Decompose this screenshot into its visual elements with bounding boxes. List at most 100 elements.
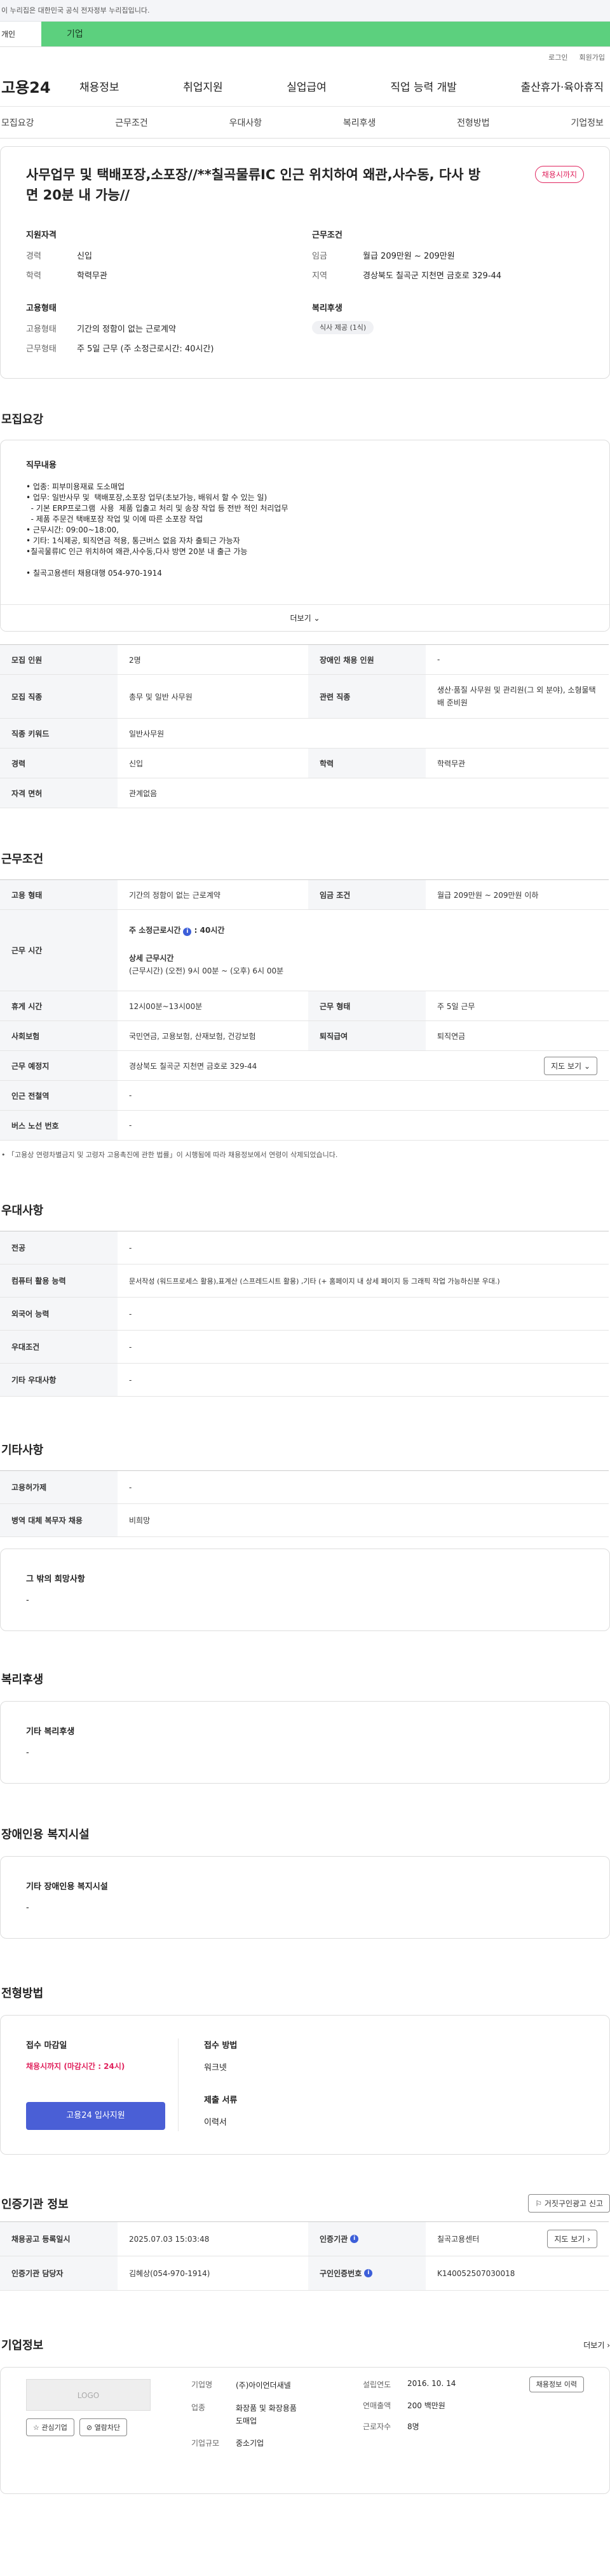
table-row: 모집 인원 2명 장애인 채용 인원 - [0, 645, 609, 675]
gnb-item[interactable]: 취업지원 [183, 78, 223, 94]
info-icon[interactable]: i [183, 927, 192, 936]
row-value: 학력무관 [437, 759, 466, 768]
disabled-value: - [26, 1903, 29, 1913]
row-header: 인근 전철역 [0, 1081, 118, 1110]
row-value: 총무 및 일반 사무원 [129, 692, 193, 702]
gnb-item[interactable]: 채용정보 [79, 78, 119, 94]
row-value: K140052507030018 [437, 2268, 515, 2278]
duty-line: - 제품 주문건 택배포장 작업 및 이에 따른 소포장 작업 [26, 515, 203, 524]
table-row: 버스 노선 번호 - [0, 1111, 609, 1141]
company-name-value: (주)아이언더새넬 [236, 2381, 291, 2390]
login-link[interactable]: 로그인 [548, 52, 567, 66]
table-row: 우대조건 - [0, 1331, 609, 1364]
company-more-label: 더보기 [583, 2340, 605, 2350]
etc-title: 기타사항 [1, 1444, 44, 1457]
docs-heading: 제출 서류 [204, 2096, 238, 2105]
gnb-item[interactable]: 직업 능력 개발 [390, 78, 457, 94]
subnav-item[interactable]: 근무조건 [115, 116, 148, 129]
emptype-label: 고용형태 [26, 325, 57, 334]
row-value: 칠곡고용센터 지도 보기 › [426, 2222, 609, 2256]
signup-link[interactable]: 회원가입 [580, 52, 605, 66]
detail-hours-heading: 상세 근무시간 [129, 953, 174, 963]
more-label: 더보기 [290, 614, 311, 623]
report-button[interactable]: ⚐ 거짓구인광고 신고 [528, 2194, 610, 2213]
summary-card: 사무업무 및 택배포장,소포장//**칠곡물류IC 인근 위치하여 왜관,사수동… [0, 146, 610, 379]
history-button[interactable]: 채용정보 이력 [529, 2376, 584, 2392]
company-card: LOGO ☆ 관심기업 ⊘ 열람차단 기업명 (주)아이언더새넬 업종 화장품 및 … [0, 2367, 610, 2494]
row-value: - [129, 1375, 132, 1385]
work-title: 근무조건 [1, 853, 44, 866]
subnav-item[interactable]: 기업정보 [571, 116, 604, 129]
deadline-heading: 접수 마감일 [26, 2041, 67, 2051]
row-header-text: 구인인증번호 [320, 2269, 362, 2278]
util-links: 로그인 회원가입 [0, 52, 610, 66]
work-table: 고용 형태 기간의 정함이 없는 근로계약 임금 조건 월급 209만원 ~ 2… [0, 879, 609, 1141]
benefit-card: 기타 복리후생 - [0, 1701, 610, 1784]
row-header: 기타 우대사항 [0, 1364, 118, 1396]
other-wish-card: 그 밖의 희망사항 - [0, 1549, 610, 1631]
row-value: 생산·품질 사무원 및 관리원(그 외 분야), 소형물택배 준비원 [437, 686, 596, 707]
employees-label: 근로자수 [363, 2422, 391, 2431]
table-row: 고용 형태 기간의 정함이 없는 근로계약 임금 조건 월급 209만원 ~ 2… [0, 880, 609, 910]
summary-grid: 지원자격 경력 신입 학력 학력무관 고용형태 고용형태 기간의 정함이 없는 근로계… [26, 228, 584, 354]
row-value: 일반사무원 [129, 729, 165, 738]
company-history-col: 채용정보 이력 [503, 2376, 584, 2482]
gnb-menu: 채용정보 취업지원 실업급여 직업 능력 개발 출산휴가·육아휴직 [79, 78, 610, 94]
disabled-card: 기타 장애인용 복지시설 - [0, 1856, 610, 1939]
subnav-item[interactable]: 전형방법 [457, 116, 490, 129]
detail-hours-value: (근무시간) (오전) 9시 00분 ~ (오후) 6시 00분 [129, 966, 284, 975]
row-value: - [437, 655, 440, 664]
gnb-item[interactable]: 실업급여 [287, 78, 327, 94]
info-icon[interactable]: i [350, 2235, 359, 2243]
fav-button[interactable]: ☆ 관심기업 [26, 2418, 74, 2436]
company-header: 기업정보 더보기 › [0, 2336, 610, 2353]
block-button[interactable]: ⊘ 열람차단 [79, 2418, 128, 2436]
block-icon: ⊘ [86, 2423, 93, 2432]
chevron-right-icon: › [587, 2235, 590, 2244]
row-header: 근무 시간 [0, 910, 118, 991]
more-button[interactable]: 더보기 ⌄ [1, 604, 609, 631]
row-header: 모집 인원 [0, 645, 118, 674]
row-value: - [129, 1482, 132, 1492]
selection-title: 전형방법 [1, 1987, 44, 2000]
agency-map-button[interactable]: 지도 보기 › [547, 2230, 597, 2248]
company-name-label: 기업명 [191, 2380, 213, 2389]
recruit-table: 모집 인원 2명 장애인 채용 인원 - 모집 직종 총무 및 일반 사무원 관… [0, 644, 609, 808]
subnav-item[interactable]: 우대사항 [229, 116, 262, 129]
subnav-item[interactable]: 모집요강 [1, 116, 34, 129]
row-header: 고용허가제 [0, 1471, 118, 1503]
global-nav: 고용24 채용정보 취업지원 실업급여 직업 능력 개발 출산휴가·육아휴직 [0, 66, 610, 107]
wage-value: 월급 209만원 ~ 209만원 [363, 252, 455, 261]
info-icon[interactable]: i [364, 2269, 373, 2277]
cert-agency-value: 칠곡고용센터 [437, 2235, 480, 2244]
row-header: 컴퓨터 활용 능력 [0, 1264, 118, 1297]
row-value: 김혜상(054-970-1914) [129, 2269, 210, 2278]
duty-line: • 기타: 1식제공, 퇴직연금 적용, 통근버스 없음 자차 출퇴근 가능자 [26, 536, 240, 545]
edu-value: 학력무관 [77, 271, 107, 281]
row-header: 외국어 능력 [0, 1298, 118, 1330]
company-more-link[interactable]: 더보기 › [583, 2340, 610, 2350]
founded-value: 2016. 10. 14 [407, 2379, 456, 2388]
fav-button-label: 관심기업 [41, 2423, 67, 2432]
tab-enterprise[interactable]: 기업 [41, 22, 610, 46]
subnav-item[interactable]: 복리후생 [343, 116, 376, 129]
agency-map-button-label: 지도 보기 [554, 2235, 585, 2244]
chevron-down-icon: ⌄ [583, 1061, 590, 1071]
row-header: 모집 직종 [0, 675, 118, 718]
company-info-col2: 설립연도 2016. 10. 14 연매출액 200 백만원 근로자수 8명 [363, 2379, 503, 2482]
site-logo[interactable]: 고용24 [0, 75, 79, 97]
gnb-item[interactable]: 출산휴가·육아휴직 [520, 78, 604, 94]
wage-label: 임금 [312, 252, 327, 261]
emp-heading: 고용형태 [26, 304, 57, 313]
row-value: - [129, 1342, 132, 1352]
tab-personal[interactable]: 개인 [0, 22, 41, 46]
table-row: 경력 신입 학력 학력무관 [0, 749, 609, 778]
table-row: 컴퓨터 활용 능력 문서작성 (워드프로세스 활용),표계산 (스프레드시트 활용… [0, 1264, 609, 1298]
apply-button[interactable]: 고용24 입사지원 [26, 2102, 165, 2130]
duty-line: • 업종: 피부미용재료 도소매업 [26, 482, 125, 491]
map-button[interactable]: 지도 보기 ⌄ [544, 1056, 597, 1075]
pref-table: 전공 - 컴퓨터 활용 능력 문서작성 (워드프로세스 활용),표계산 (스프레드시… [0, 1231, 609, 1397]
row-value: - [129, 1121, 132, 1130]
row-header-text: 인증기관 [320, 2235, 348, 2244]
table-row: 병역 대체 복무자 채용 비희망 [0, 1504, 609, 1537]
